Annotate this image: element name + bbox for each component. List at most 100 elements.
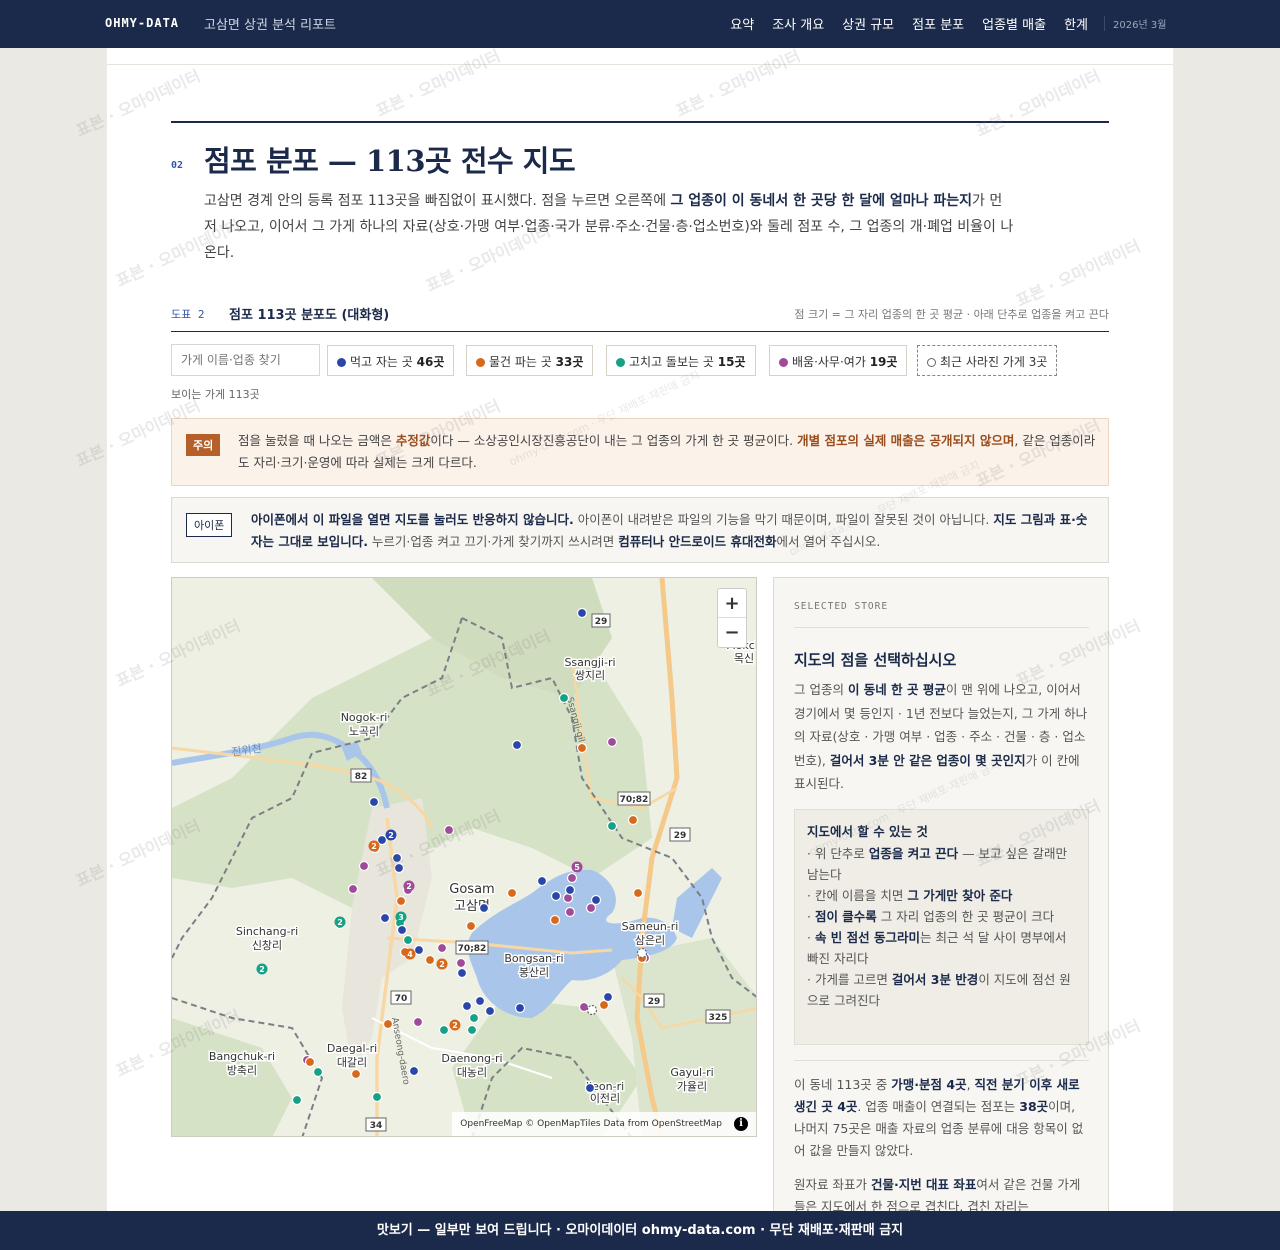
place-label-nogok-ko: 노곡리 bbox=[349, 725, 379, 738]
section-intro: 고삼면 경계 안의 등록 점포 113곳을 빠짐없이 표시했다. 점을 누르면 … bbox=[204, 193, 1014, 261]
brand-logo[interactable]: OHMY-DATA bbox=[105, 16, 179, 30]
store-marker bbox=[371, 1091, 383, 1103]
map-canvas[interactable]: 29 82 70;82 29 70;82 70 29 325 34 Ssangj… bbox=[172, 578, 757, 1137]
map-howto-box: 지도에서 할 수 있는 것 · 위 단추로 업종을 켜고 끈다 — 보고 싶은 … bbox=[794, 809, 1089, 1045]
road-shield-29-south: 29 bbox=[648, 997, 661, 1007]
filter-chip-food[interactable]: 먹고 자는 곳 46곳 bbox=[327, 345, 455, 376]
report-page: 02 점포 분포 — 113곳 전수 지도 고삼면 경계 안의 등록 점포 11… bbox=[107, 48, 1173, 1250]
store-marker bbox=[443, 824, 455, 836]
store-marker bbox=[606, 820, 618, 832]
road-shield-70: 70 bbox=[395, 994, 408, 1004]
store-marker bbox=[550, 890, 562, 902]
top-navigation-bar: OHMY-DATA 고삼면 상권 분석 리포트 요약 조사 개요 상권 규모 점… bbox=[0, 0, 1280, 48]
figure-header: 도표 2 점포 113곳 분포도 (대화형) 점 크기 = 그 자리 업종의 한… bbox=[171, 302, 1109, 332]
store-marker bbox=[602, 991, 614, 1003]
store-marker bbox=[474, 995, 486, 1007]
store-marker bbox=[382, 1018, 394, 1030]
place-label-daegal-en: Daegal-ri bbox=[327, 1042, 377, 1055]
store-marker bbox=[456, 967, 468, 979]
road-shield-325: 325 bbox=[709, 1013, 728, 1023]
map-zoom-control: + − bbox=[717, 588, 747, 648]
store-map[interactable]: 29 82 70;82 29 70;82 70 29 325 34 Ssangj… bbox=[171, 577, 757, 1137]
store-marker bbox=[368, 796, 380, 808]
store-marker bbox=[564, 906, 576, 918]
road-shield-70-82-center: 70;82 bbox=[458, 944, 487, 954]
place-label-gayul-en: Gayul-ri bbox=[670, 1066, 713, 1079]
store-marker bbox=[312, 1066, 324, 1078]
svg-text:3: 3 bbox=[398, 913, 404, 922]
warning-tag: 주의 bbox=[186, 434, 221, 456]
info-icon[interactable]: i bbox=[734, 1117, 748, 1131]
store-marker bbox=[585, 902, 597, 914]
store-marker bbox=[632, 887, 644, 899]
nav-item-scale[interactable]: 상권 규모 bbox=[842, 14, 894, 33]
store-marker bbox=[424, 954, 436, 966]
filter-chip-office[interactable]: 배움·사무·여가 19곳 bbox=[769, 345, 908, 376]
nav-item-survey[interactable]: 조사 개요 bbox=[772, 14, 824, 33]
svg-text:2: 2 bbox=[259, 965, 265, 974]
retail-dot-icon bbox=[476, 358, 485, 367]
place-label-ijeon-ko: 이전리 bbox=[590, 1092, 620, 1105]
store-marker bbox=[484, 1005, 496, 1017]
store-marker bbox=[358, 860, 370, 872]
store-marker bbox=[379, 912, 391, 924]
divider bbox=[794, 1060, 1089, 1061]
store-marker bbox=[436, 942, 448, 954]
store-marker bbox=[506, 887, 518, 899]
store-marker bbox=[558, 692, 570, 704]
road-shield-29-north: 29 bbox=[595, 617, 608, 627]
place-label-ssangji-en: Ssangji-ri bbox=[564, 656, 615, 669]
map-attribution[interactable]: OpenFreeMap © OpenMapTiles Data from Ope… bbox=[452, 1112, 756, 1136]
store-marker bbox=[413, 944, 425, 956]
store-marker bbox=[291, 1094, 303, 1106]
panel-description: 그 업종의 이 동네 한 곳 평균이 맨 위에 나오고, 이어서 경기에서 몇 … bbox=[794, 682, 1088, 791]
place-label-bongsan-en: Bongsan-ri bbox=[504, 952, 563, 965]
figure-number: 도표 2 bbox=[171, 308, 205, 321]
store-marker bbox=[408, 1065, 420, 1077]
store-marker bbox=[478, 902, 490, 914]
store-marker bbox=[566, 872, 578, 884]
store-marker bbox=[376, 834, 388, 846]
store-marker bbox=[586, 1004, 598, 1016]
store-marker bbox=[461, 1000, 473, 1012]
filter-chip-service[interactable]: 고치고 돌보는 곳 15곳 bbox=[606, 345, 756, 376]
place-label-nogok-en: Nogok-ri bbox=[341, 711, 388, 724]
store-marker bbox=[536, 875, 548, 887]
store-marker bbox=[402, 934, 414, 946]
estimate-warning: 주의 점을 눌렀을 때 나오는 금액은 추정값이다 — 소상공인시장진흥공단이 … bbox=[171, 418, 1109, 486]
store-marker bbox=[465, 920, 477, 932]
store-marker bbox=[549, 914, 561, 926]
panel-kicker: SELECTED STORE bbox=[794, 601, 889, 612]
filter-chip-retail[interactable]: 물건 파는 곳 33곳 bbox=[466, 345, 594, 376]
visible-count: 보이는 가게 113곳 bbox=[171, 388, 260, 401]
svg-text:2: 2 bbox=[371, 842, 377, 851]
howto-item: · 속 빈 점선 동그라미는 최근 석 달 사이 명부에서 빠진 자리다 bbox=[807, 930, 1067, 966]
panel-stats: 이 동네 113곳 중 가맹·분점 4곳, 직전 분기 이후 새로 생긴 곳 4… bbox=[794, 1077, 1084, 1158]
iphone-notice-text: 아이폰에서 이 파일을 열면 지도를 눌러도 반응하지 않습니다. 아이폰이 내… bbox=[251, 512, 1088, 549]
store-marker bbox=[514, 1002, 526, 1014]
place-label-sinchang-en: Sinchang-ri bbox=[236, 925, 298, 938]
filter-chip-closed[interactable]: 최근 사라진 가게 3곳 bbox=[917, 345, 1058, 376]
divider bbox=[107, 64, 1173, 65]
nav-item-summary[interactable]: 요약 bbox=[730, 14, 754, 33]
place-label-mokch-ko: 목신 bbox=[734, 652, 754, 665]
howto-title: 지도에서 할 수 있는 것 bbox=[807, 824, 928, 839]
store-marker bbox=[576, 607, 588, 619]
howto-item: · 가게를 고르면 걸어서 3분 반경이 지도에 점선 원으로 그려진다 bbox=[807, 972, 1071, 1008]
store-marker bbox=[350, 1068, 362, 1080]
road-shield-82: 82 bbox=[355, 772, 368, 782]
store-marker bbox=[395, 895, 407, 907]
store-marker bbox=[466, 1024, 478, 1036]
place-label-daenong-ko: 대농리 bbox=[457, 1066, 487, 1079]
store-search-input[interactable] bbox=[171, 344, 320, 376]
store-marker bbox=[578, 1001, 590, 1013]
store-marker bbox=[636, 947, 648, 959]
place-label-bangchuk-en: Bangchuk-ri bbox=[209, 1050, 275, 1063]
zoom-out-button[interactable]: − bbox=[718, 618, 746, 647]
nav-item-sales[interactable]: 업종별 매출 bbox=[982, 14, 1046, 33]
store-marker bbox=[393, 862, 405, 874]
nav-item-limits[interactable]: 한계 bbox=[1064, 14, 1088, 33]
zoom-in-button[interactable]: + bbox=[718, 589, 746, 618]
nav-item-distribution[interactable]: 점포 분포 bbox=[912, 14, 964, 33]
iphone-notice: 아이폰 아이폰에서 이 파일을 열면 지도를 눌러도 반응하지 않습니다. 아이… bbox=[171, 497, 1109, 563]
